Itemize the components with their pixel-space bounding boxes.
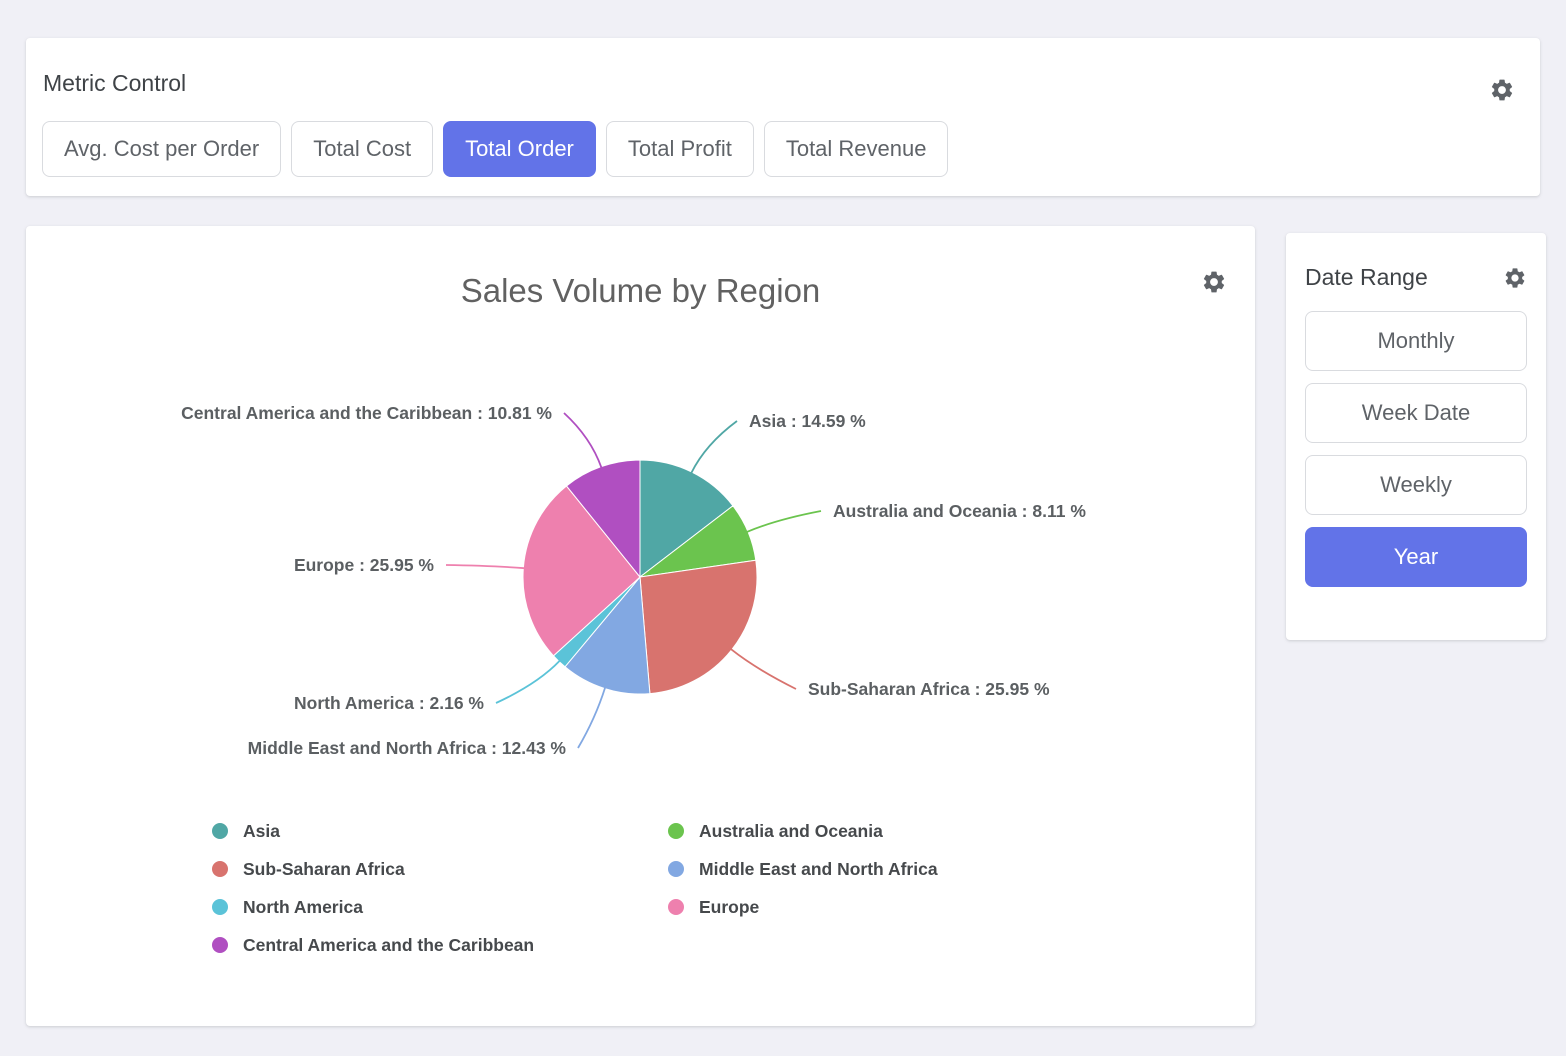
metric-button-total-profit[interactable]: Total Profit bbox=[606, 121, 754, 177]
legend-item-europe[interactable]: Europe bbox=[668, 897, 938, 918]
date-button-weekly[interactable]: Weekly bbox=[1305, 455, 1527, 515]
pie-leader-line-middle-east-and-north-africa bbox=[578, 688, 605, 748]
pie-leader-line-australia-and-oceania bbox=[747, 511, 821, 532]
legend-item-central-america-and-the-caribbean[interactable]: Central America and the Caribbean bbox=[212, 935, 668, 956]
pie-leader-line-europe bbox=[446, 565, 524, 568]
legend-item-middle-east-and-north-africa[interactable]: Middle East and North Africa bbox=[668, 859, 938, 880]
chart-legend: Asia Australia and Oceania Sub-Saharan Afr… bbox=[212, 812, 938, 964]
legend-label: Central America and the Caribbean bbox=[243, 935, 534, 956]
legend-item-north-america[interactable]: North America bbox=[212, 897, 668, 918]
legend-label: Australia and Oceania bbox=[699, 821, 883, 842]
pie-label-middle-east-and-north-africa: Middle East and North Africa : 12.43 % bbox=[248, 738, 567, 758]
legend-dot-icon bbox=[212, 899, 228, 915]
legend-label: Sub-Saharan Africa bbox=[243, 859, 405, 880]
legend-item-asia[interactable]: Asia bbox=[212, 821, 668, 842]
legend-label: Europe bbox=[699, 897, 759, 918]
legend-dot-icon bbox=[212, 861, 228, 877]
gear-icon[interactable] bbox=[1489, 77, 1515, 103]
date-range-buttons-group: Monthly Week Date Weekly Year bbox=[1305, 311, 1527, 587]
pie-label-asia: Asia : 14.59 % bbox=[749, 411, 866, 431]
pie-leader-line-sub-saharan-africa bbox=[731, 649, 796, 689]
chart-title: Sales Volume by Region bbox=[26, 272, 1255, 310]
metric-control-panel: Metric Control Avg. Cost per Order Total… bbox=[26, 38, 1540, 196]
legend-dot-icon bbox=[668, 823, 684, 839]
date-button-monthly[interactable]: Monthly bbox=[1305, 311, 1527, 371]
metric-control-title: Metric Control bbox=[43, 70, 186, 97]
date-button-week-date[interactable]: Week Date bbox=[1305, 383, 1527, 443]
legend-label: North America bbox=[243, 897, 363, 918]
pie-label-australia-and-oceania: Australia and Oceania : 8.11 % bbox=[833, 501, 1086, 521]
metric-button-avg-cost-per-order[interactable]: Avg. Cost per Order bbox=[42, 121, 281, 177]
pie-leader-line-central-america-and-the-caribbean bbox=[564, 413, 601, 468]
pie-label-sub-saharan-africa: Sub-Saharan Africa : 25.95 % bbox=[808, 679, 1050, 699]
sales-volume-chart-panel: Sales Volume by Region Asia : 14.59 % Aus… bbox=[26, 226, 1255, 1026]
legend-item-australia-and-oceania[interactable]: Australia and Oceania bbox=[668, 821, 938, 842]
date-range-panel: Date Range Monthly Week Date Weekly Year bbox=[1286, 233, 1546, 640]
legend-dot-icon bbox=[668, 861, 684, 877]
metric-button-total-order[interactable]: Total Order bbox=[443, 121, 596, 177]
legend-dot-icon bbox=[668, 899, 684, 915]
pie-label-central-america-and-the-caribbean: Central America and the Caribbean : 10.8… bbox=[181, 403, 552, 423]
date-range-header: Date Range bbox=[1305, 264, 1527, 291]
pie-leader-line-asia bbox=[691, 421, 737, 473]
legend-dot-icon bbox=[212, 823, 228, 839]
legend-label: Asia bbox=[243, 821, 280, 842]
pie-slice-sub-saharan-africa[interactable] bbox=[640, 560, 757, 693]
pie-leader-line-north-america bbox=[496, 661, 560, 703]
metric-button-total-cost[interactable]: Total Cost bbox=[291, 121, 433, 177]
pie-chart: Asia : 14.59 % Australia and Oceania : 8.… bbox=[26, 360, 1255, 800]
gear-icon[interactable] bbox=[1201, 269, 1227, 295]
gear-icon[interactable] bbox=[1503, 266, 1527, 290]
metric-buttons-group: Avg. Cost per Order Total Cost Total Ord… bbox=[42, 121, 948, 177]
legend-item-sub-saharan-africa[interactable]: Sub-Saharan Africa bbox=[212, 859, 668, 880]
date-button-year[interactable]: Year bbox=[1305, 527, 1527, 587]
pie-label-europe: Europe : 25.95 % bbox=[294, 555, 434, 575]
metric-button-total-revenue[interactable]: Total Revenue bbox=[764, 121, 949, 177]
legend-label: Middle East and North Africa bbox=[699, 859, 938, 880]
pie-label-north-america: North America : 2.16 % bbox=[294, 693, 484, 713]
legend-dot-icon bbox=[212, 937, 228, 953]
date-range-title: Date Range bbox=[1305, 264, 1428, 291]
